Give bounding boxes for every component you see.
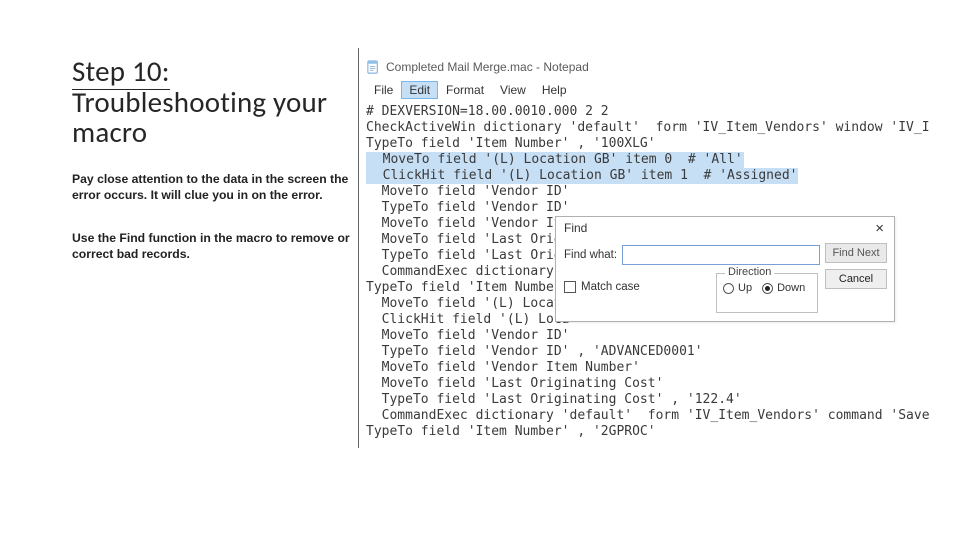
code-line: TypeTo field 'Vendor ID' , 'ADVANCED0001… xyxy=(366,344,956,360)
radio-up[interactable]: Up xyxy=(723,282,752,294)
code-line: MoveTo field 'Last Originating Cost' xyxy=(366,376,956,392)
code-line: MoveTo field 'Vendor ID' xyxy=(366,328,956,344)
code-line: CheckActiveWin dictionary 'default' form… xyxy=(366,120,956,136)
vertical-divider xyxy=(358,48,359,448)
notepad-title-text: Completed Mail Merge.mac - Notepad xyxy=(386,60,589,74)
notepad-titlebar: Completed Mail Merge.mac - Notepad xyxy=(366,56,956,78)
menu-edit[interactable]: Edit xyxy=(401,81,438,99)
match-case-checkbox[interactable]: Match case xyxy=(564,281,640,293)
cancel-button[interactable]: Cancel xyxy=(825,269,887,289)
notepad-icon xyxy=(366,60,381,75)
find-title-text: Find xyxy=(564,221,587,235)
find-next-button[interactable]: Find Next xyxy=(825,243,887,263)
direction-legend: Direction xyxy=(725,266,774,278)
code-line: MoveTo field '(L) Location GB' item 0 # … xyxy=(366,152,956,168)
find-what-label: Find what: xyxy=(564,249,622,261)
menu-help[interactable]: Help xyxy=(534,81,575,99)
code-line: ClickHit field '(L) Location GB' item 1 … xyxy=(366,168,956,184)
slide-paragraph-1: Pay close attention to the data in the s… xyxy=(72,172,350,203)
close-icon[interactable]: × xyxy=(871,221,888,236)
code-line: TypeTo field 'Last Originating Cost' , '… xyxy=(366,392,956,408)
match-case-label: Match case xyxy=(581,281,640,293)
find-dialog: Find × Find what: Find Next Cancel Direc… xyxy=(555,216,895,322)
find-titlebar: Find × xyxy=(556,217,894,239)
menu-format[interactable]: Format xyxy=(438,81,492,99)
slide-title-line3: macro xyxy=(72,114,147,150)
radio-down[interactable]: Down xyxy=(762,282,805,294)
code-line: TypeTo field 'Vendor ID' xyxy=(366,200,956,216)
code-line: MoveTo field 'Vendor ID' xyxy=(366,184,956,200)
checkbox-icon xyxy=(564,281,576,293)
slide-paragraph-2: Use the Find function in the macro to re… xyxy=(72,231,350,262)
code-line: MoveTo field 'Vendor Item Number' xyxy=(366,360,956,376)
menu-file[interactable]: File xyxy=(366,81,401,99)
code-line: # DEXVERSION=18.00.0010.000 2 2 xyxy=(366,104,956,120)
notepad-menubar: File Edit Format View Help xyxy=(366,80,956,100)
slide-title: Step 10: Troubleshooting your macro xyxy=(72,56,350,148)
menu-view[interactable]: View xyxy=(492,81,534,99)
code-line: TypeTo field 'Item Number' , '100XLG' xyxy=(366,136,956,152)
code-line: TypeTo field 'Item Number' , '2GPROC' xyxy=(366,424,956,440)
find-what-input[interactable] xyxy=(622,245,820,265)
code-line: CommandExec dictionary 'default' form 'I… xyxy=(366,408,956,424)
direction-group: Direction Up Down xyxy=(716,273,818,313)
